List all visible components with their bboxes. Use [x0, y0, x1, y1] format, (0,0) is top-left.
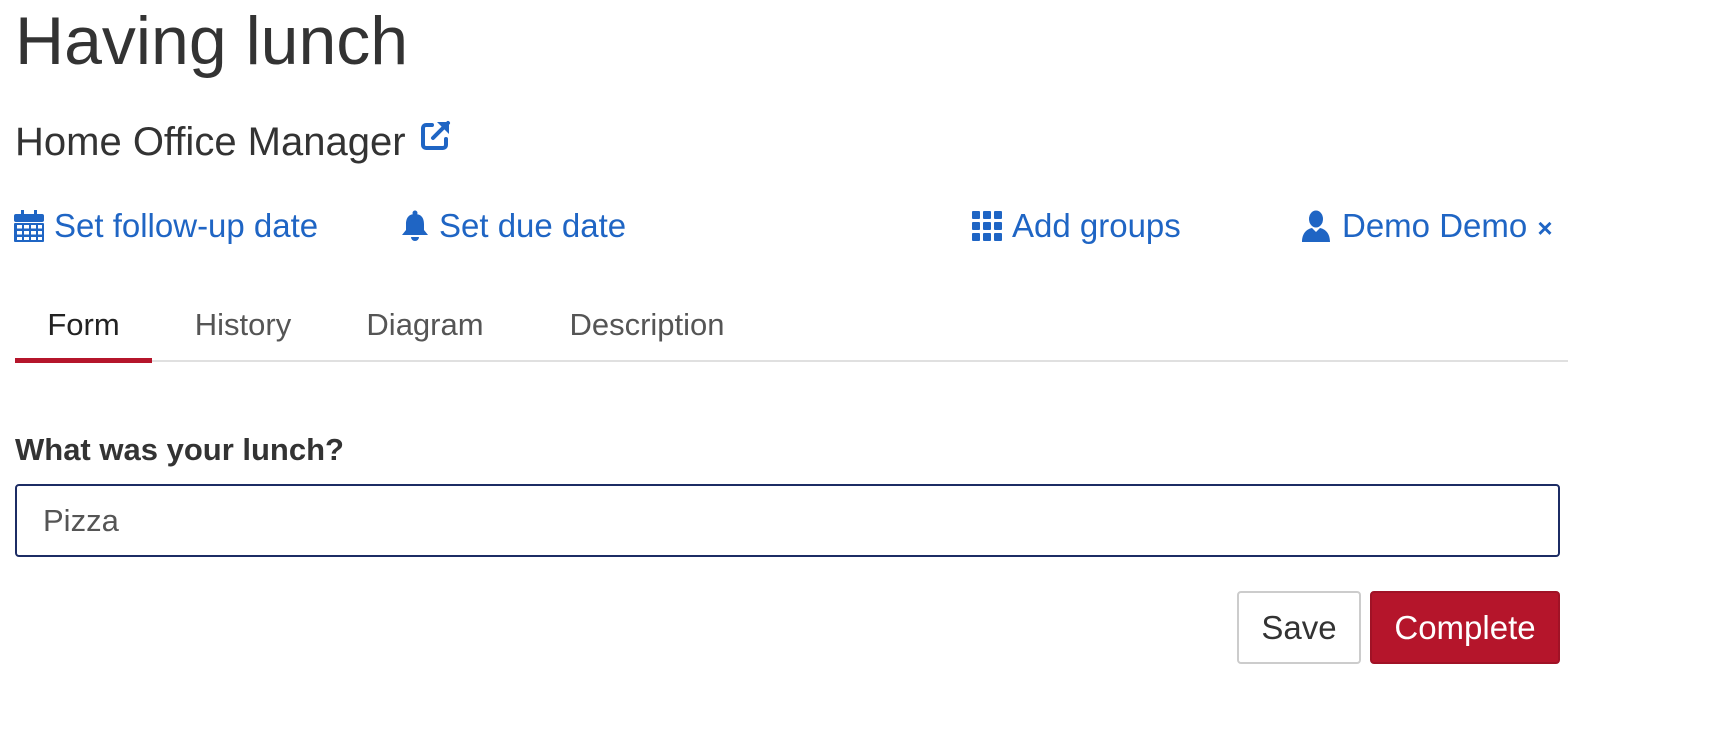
grid-icon	[972, 211, 1002, 241]
calendar-icon	[14, 210, 44, 242]
set-follow-up-date-label: Set follow-up date	[54, 207, 319, 244]
save-button[interactable]: Save	[1237, 591, 1361, 664]
lunch-field-label: What was your lunch?	[15, 432, 344, 467]
bell-icon	[401, 210, 429, 242]
process-row: Home Office Manager	[15, 117, 452, 167]
remove-assignee-icon[interactable]: ×	[1535, 215, 1555, 241]
complete-button[interactable]: Complete	[1370, 591, 1560, 664]
add-groups-label: Add groups	[1012, 207, 1181, 244]
assignee-name: Demo Demo	[1342, 207, 1528, 244]
task-tabs: Form History Diagram Description	[15, 290, 1568, 363]
page-title: Having lunch	[15, 3, 409, 79]
tab-form[interactable]: Form	[15, 290, 152, 363]
lunch-input[interactable]	[15, 484, 1560, 557]
process-name: Home Office Manager	[15, 120, 406, 164]
tab-history[interactable]: History	[180, 290, 306, 360]
set-due-date-label: Set due date	[439, 207, 627, 244]
set-follow-up-date-link[interactable]: Set follow-up date	[14, 203, 318, 249]
external-link-icon[interactable]	[418, 119, 452, 153]
tab-diagram[interactable]: Diagram	[360, 290, 490, 360]
set-due-date-link[interactable]: Set due date	[401, 203, 626, 249]
tab-description[interactable]: Description	[547, 290, 747, 360]
user-icon	[1300, 210, 1332, 242]
add-groups-link[interactable]: Add groups	[972, 203, 1181, 249]
assignee-link[interactable]: Demo Demo	[1300, 203, 1527, 249]
